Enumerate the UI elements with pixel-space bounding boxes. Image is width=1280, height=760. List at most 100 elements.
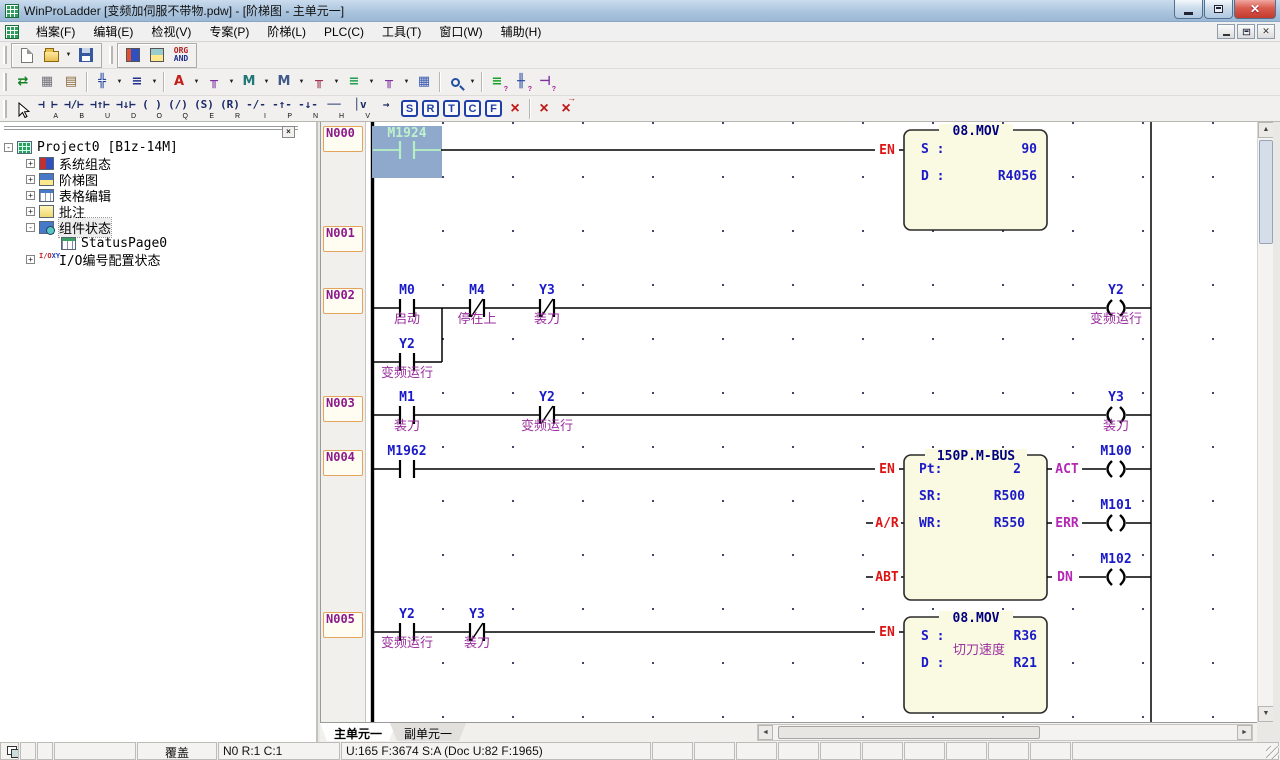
open-file-dropdown[interactable]: ▼ bbox=[63, 44, 74, 66]
tool-falling-edge[interactable]: -↓-N bbox=[295, 97, 321, 120]
mdi-close-button[interactable]: ✕ bbox=[1257, 24, 1275, 39]
ladder-row-button[interactable]: ≡ bbox=[125, 71, 149, 93]
panel-close-button[interactable]: × bbox=[282, 126, 295, 138]
motor-run-dropdown[interactable]: ▼ bbox=[261, 71, 272, 93]
monitor-m-dropdown[interactable]: ▼ bbox=[401, 71, 412, 93]
tab-sub-unit[interactable]: 副单元一 bbox=[390, 723, 466, 741]
tree-item-ladder-diagram[interactable]: + 阶梯图 bbox=[0, 171, 316, 187]
contact-m1962[interactable]: M1962 bbox=[387, 444, 426, 478]
tool-rising-edge[interactable]: -↑-P bbox=[269, 97, 295, 120]
scroll-right-button[interactable]: ► bbox=[1237, 725, 1252, 740]
calculator-button[interactable]: ▦ bbox=[412, 71, 436, 93]
zoom-view-dropdown[interactable]: ▼ bbox=[467, 71, 478, 93]
network-dropdown[interactable]: ▼ bbox=[114, 71, 125, 93]
function-block-mbus[interactable]: 150P.M-BUS Pt: 2 SR: R500 WR: R550 bbox=[904, 449, 1047, 600]
menu-help[interactable]: 辅助(H) bbox=[492, 21, 551, 42]
tool-vertical-line[interactable]: │vV bbox=[347, 97, 373, 120]
contact-y2[interactable]: Y2 变频运行 bbox=[381, 607, 433, 651]
status-windows-panel[interactable] bbox=[0, 742, 19, 760]
tool-coil-reset[interactable]: (R)R bbox=[217, 97, 243, 120]
function-block-mov[interactable]: 08.MOV S : 90 D : R4056 bbox=[904, 124, 1047, 230]
comment-edit-button[interactable]: A bbox=[167, 71, 191, 93]
register-book-button[interactable]: ▤ bbox=[59, 71, 83, 93]
contact-status-button[interactable]: ⊣? bbox=[533, 71, 557, 93]
tool-contact-down[interactable]: ⊣↓⊢D bbox=[113, 97, 139, 120]
menu-file[interactable]: 档案(F) bbox=[27, 21, 84, 42]
tool-timer-t[interactable]: T bbox=[443, 100, 460, 117]
scroll-up-button[interactable]: ▲ bbox=[1258, 122, 1274, 138]
coil-m101[interactable]: M101 bbox=[1100, 498, 1151, 531]
tool-counter-c[interactable]: C bbox=[464, 100, 481, 117]
monitor-m-button[interactable]: ╥ bbox=[377, 71, 401, 93]
tree-item-comment[interactable]: + 批注 bbox=[0, 203, 316, 219]
select-cursor-button[interactable] bbox=[11, 98, 35, 120]
function-block-mov2[interactable]: 08.MOV S : R36 切刀速度 D : R21 bbox=[904, 611, 1047, 713]
tool-coil-out[interactable]: ( )O bbox=[139, 97, 165, 120]
menu-window[interactable]: 窗口(W) bbox=[430, 21, 491, 42]
contact-y3-nc[interactable]: Y3 装刀 bbox=[534, 283, 560, 327]
monitor-point-button[interactable]: ╥ bbox=[202, 71, 226, 93]
monitor-a-button[interactable]: ╥ bbox=[307, 71, 331, 93]
vertical-scrollbar[interactable]: ▲ ▼ bbox=[1257, 122, 1273, 722]
menu-ladder[interactable]: 阶梯(L) bbox=[258, 21, 315, 42]
contact-y3-nc[interactable]: Y3 装刀 bbox=[464, 607, 490, 651]
tree-item-table-edit[interactable]: + 表格编辑 bbox=[0, 187, 316, 203]
expand-icon[interactable]: + bbox=[26, 159, 35, 168]
ladder-editor[interactable]: N000 N001 N002 N003 N004 N005 M1924 bbox=[320, 122, 1257, 722]
tool-goto-arrow[interactable]: → bbox=[373, 97, 399, 120]
mdi-minimize-button[interactable] bbox=[1217, 24, 1235, 39]
mdi-document-icon[interactable] bbox=[5, 25, 19, 39]
ic-chip-button[interactable]: ▦ bbox=[35, 71, 59, 93]
horizontal-scrollbar[interactable]: ◄ ► bbox=[757, 724, 1253, 741]
tool-horizontal-line[interactable]: ──H bbox=[321, 97, 347, 120]
restore-button[interactable] bbox=[1204, 0, 1233, 19]
coil-m100[interactable]: M100 bbox=[1100, 444, 1151, 477]
status-list-dropdown[interactable]: ▼ bbox=[366, 71, 377, 93]
toolbar-grip[interactable] bbox=[3, 46, 7, 64]
menu-view[interactable]: 检视(V) bbox=[142, 21, 200, 42]
resize-grip[interactable] bbox=[1266, 746, 1279, 759]
panel-drag-handle[interactable]: × bbox=[4, 124, 298, 135]
project-window-button[interactable] bbox=[121, 44, 145, 66]
menu-tool[interactable]: 工具(T) bbox=[373, 21, 430, 42]
tool-coil-not[interactable]: (/)Q bbox=[165, 97, 191, 120]
mdi-restore-button[interactable] bbox=[1237, 24, 1255, 39]
tool-contact-up[interactable]: ⊣↑⊢U bbox=[87, 97, 113, 120]
zoom-view-button[interactable] bbox=[443, 71, 467, 93]
collapse-icon[interactable]: - bbox=[4, 143, 13, 152]
horizontal-scroll-thumb[interactable] bbox=[778, 726, 1040, 739]
toolbar-grip[interactable] bbox=[109, 46, 113, 64]
monitor-a-dropdown[interactable]: ▼ bbox=[331, 71, 342, 93]
contact-m4-nc[interactable]: M4 停在上 bbox=[457, 283, 496, 327]
vertical-scroll-thumb[interactable] bbox=[1259, 140, 1273, 244]
scroll-left-button[interactable]: ◄ bbox=[758, 725, 773, 740]
minimize-button[interactable] bbox=[1174, 0, 1203, 19]
ladder-row-dropdown[interactable]: ▼ bbox=[149, 71, 160, 93]
expand-icon[interactable]: + bbox=[26, 255, 35, 264]
scroll-down-button[interactable]: ▼ bbox=[1258, 706, 1274, 722]
run-status-button[interactable]: ≡? bbox=[485, 71, 509, 93]
delete-element-button[interactable]: × bbox=[504, 100, 526, 118]
comment-edit-dropdown[interactable]: ▼ bbox=[191, 71, 202, 93]
close-button[interactable]: ✕ bbox=[1234, 0, 1276, 19]
expand-icon[interactable]: + bbox=[26, 207, 35, 216]
tool-step-s[interactable]: S bbox=[401, 100, 418, 117]
ladder-status-button[interactable]: ╫? bbox=[509, 71, 533, 93]
tool-contact-a[interactable]: ⊣ ⊢A bbox=[35, 97, 61, 120]
contact-m0[interactable]: M0 启动 bbox=[394, 283, 420, 327]
tree-item-project[interactable]: - Project0 [B1z-14M] bbox=[0, 139, 316, 155]
tool-function-f[interactable]: F bbox=[485, 100, 502, 117]
menu-project[interactable]: 专案(P) bbox=[200, 21, 258, 42]
tool-invert[interactable]: -/-I bbox=[243, 97, 269, 120]
toolbar-grip[interactable] bbox=[3, 73, 7, 91]
replace-element-button[interactable]: ⇄ bbox=[11, 71, 35, 93]
tool-contact-b[interactable]: ⊣/⊢B bbox=[61, 97, 87, 120]
tree-item-component-status[interactable]: - 组件状态 bbox=[0, 219, 316, 235]
tool-step-r[interactable]: R bbox=[422, 100, 439, 117]
collapse-icon[interactable]: - bbox=[26, 223, 35, 232]
ladder-canvas[interactable]: M1924 EN 08.MOV S : 90 D : R4056 bbox=[321, 122, 1257, 722]
contact-y2-nc[interactable]: Y2 变频运行 bbox=[521, 390, 573, 434]
menu-edit[interactable]: 编辑(E) bbox=[84, 21, 142, 42]
monitor-point-dropdown[interactable]: ▼ bbox=[226, 71, 237, 93]
ladder-window-button[interactable] bbox=[145, 44, 169, 66]
